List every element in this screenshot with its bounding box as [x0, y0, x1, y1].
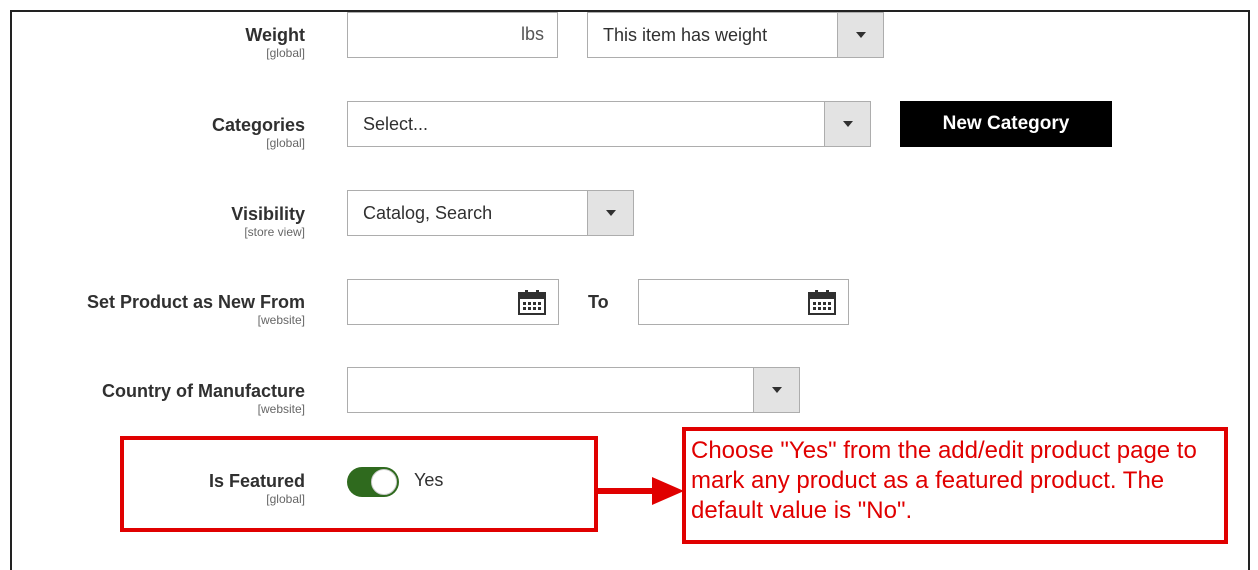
visibility-select[interactable]: Catalog, Search: [347, 190, 634, 236]
chevron-down-icon: [606, 210, 616, 216]
country-select[interactable]: [347, 367, 800, 413]
new-to-date-input[interactable]: [638, 279, 849, 325]
new-from-date-input[interactable]: [347, 279, 559, 325]
visibility-label: Visibility: [231, 204, 305, 224]
chevron-down-icon: [856, 32, 866, 38]
weight-type-select[interactable]: This item has weight: [587, 12, 884, 58]
weight-type-dropdown-button[interactable]: [837, 13, 883, 57]
categories-label-group: Categories [global]: [212, 115, 305, 151]
visibility-dropdown-button[interactable]: [587, 191, 633, 235]
country-scope: [website]: [257, 402, 305, 416]
chevron-down-icon: [772, 387, 782, 393]
categories-dropdown-button[interactable]: [824, 102, 870, 146]
country-label: Country of Manufacture: [101, 381, 305, 401]
new-category-button[interactable]: New Category: [900, 101, 1112, 147]
weight-unit: lbs: [520, 24, 544, 44]
arrow-right-icon: [596, 477, 684, 505]
is-featured-label-group: Is Featured [global]: [209, 471, 305, 507]
categories-scope: [global]: [266, 136, 305, 150]
weight-label: Weight: [245, 25, 305, 45]
visibility-scope: [store view]: [244, 225, 305, 239]
new-from-scope: [website]: [257, 313, 305, 327]
new-from-label: Set Product as New From: [86, 292, 305, 312]
is-featured-label: Is Featured: [208, 471, 305, 491]
toggle-knob: [371, 469, 397, 495]
country-label-group: Country of Manufacture [website]: [102, 381, 305, 417]
weight-label-group: Weight [global]: [245, 25, 305, 61]
calendar-icon[interactable]: [808, 289, 836, 315]
weight-scope: [global]: [266, 46, 305, 60]
categories-label: Categories: [211, 115, 305, 135]
visibility-value: Catalog, Search: [363, 203, 493, 223]
categories-select[interactable]: Select...: [347, 101, 871, 147]
categories-value: Select...: [363, 114, 429, 134]
annotation-text: Choose "Yes" from the add/edit product p…: [691, 437, 1197, 524]
chevron-down-icon: [843, 121, 853, 127]
is-featured-toggle[interactable]: [347, 467, 399, 497]
weight-type-value: This item has weight: [603, 25, 768, 45]
weight-input[interactable]: lbs: [347, 12, 558, 58]
country-dropdown-button[interactable]: [753, 368, 799, 412]
is-featured-scope: [global]: [266, 492, 305, 506]
calendar-icon[interactable]: [518, 289, 546, 315]
to-label: To: [588, 292, 609, 312]
is-featured-toggle-label: Yes: [414, 470, 444, 490]
new-from-label-group: Set Product as New From [website]: [87, 292, 305, 328]
visibility-label-group: Visibility [store view]: [231, 204, 305, 240]
